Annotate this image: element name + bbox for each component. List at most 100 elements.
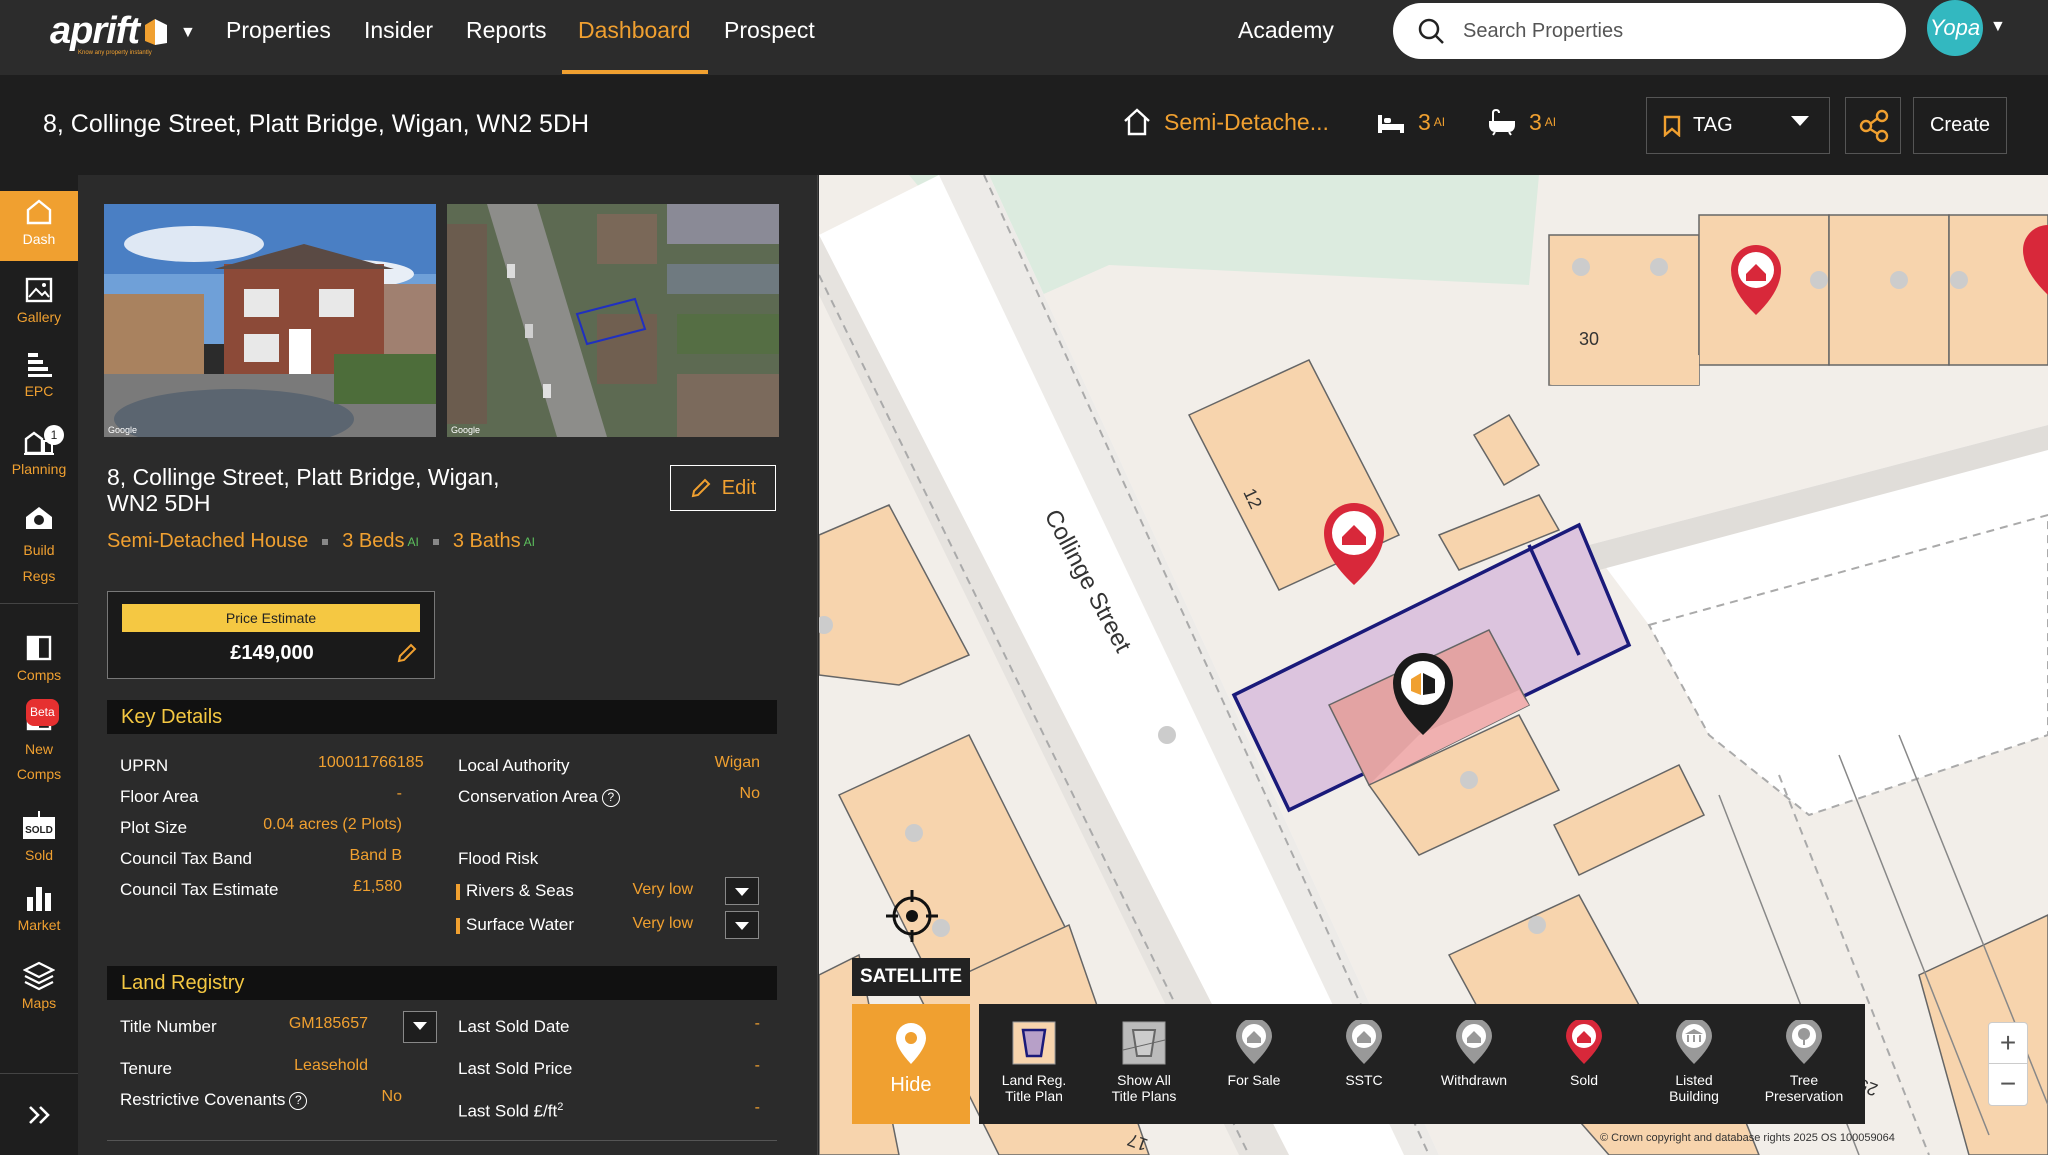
listed-building-icon	[1676, 1020, 1712, 1064]
sidebar-item-dash[interactable]: Dash	[0, 191, 78, 261]
share-icon	[1859, 109, 1889, 143]
satellite-toggle[interactable]: SATELLITE	[852, 958, 970, 996]
surface-water-dropdown[interactable]	[725, 911, 759, 939]
hide-layers-button[interactable]: Hide	[852, 1004, 970, 1124]
last-sold-per-sqft-value: -	[754, 1099, 760, 1116]
sstc-pin-icon	[1346, 1020, 1382, 1064]
avatar[interactable]: Yopa	[1927, 0, 1983, 56]
help-icon[interactable]: ?	[289, 1091, 308, 1110]
layer-show-all-title-plans[interactable]: Show All Title Plans	[1089, 1004, 1199, 1124]
nav-insider[interactable]: Insider	[364, 0, 433, 75]
build-regs-icon	[26, 507, 52, 529]
layer-for-sale[interactable]: For Sale	[1199, 1004, 1309, 1124]
aerial-photo[interactable]: Google	[447, 204, 779, 437]
sidebar-item-build-regs[interactable]: Build Regs	[0, 503, 78, 589]
tenure-label: Tenure	[120, 1059, 172, 1078]
last-sold-date-label: Last Sold Date	[458, 1017, 570, 1036]
tag-dropdown[interactable]: TAG	[1646, 97, 1830, 154]
council-tax-band-label: Council Tax Band	[120, 849, 252, 868]
restrictive-covenants-label: Restrictive Covenants?	[120, 1090, 308, 1110]
logo-tagline: Know any property instantly	[78, 50, 152, 56]
street-view-photo[interactable]: Google	[104, 204, 436, 437]
layer-sold[interactable]: Sold	[1529, 1004, 1639, 1124]
layer-land-reg-title-plan[interactable]: Land Reg. Title Plan	[979, 1004, 1089, 1124]
surface-water-label: Surface Water	[456, 915, 574, 935]
nav-properties[interactable]: Properties	[226, 0, 331, 75]
edit-button[interactable]: Edit	[670, 465, 776, 511]
nav-prospect[interactable]: Prospect	[724, 0, 815, 75]
rivers-seas-dropdown[interactable]	[725, 877, 759, 905]
sidebar-item-market[interactable]: Market	[0, 883, 78, 933]
help-icon[interactable]: ?	[601, 788, 620, 807]
planning-badge: 1	[44, 425, 64, 445]
share-button[interactable]	[1845, 97, 1901, 154]
uprn-label: UPRN	[120, 756, 169, 775]
sidebar-item-epc[interactable]: EPC	[0, 349, 78, 399]
price-edit-pencil-icon[interactable]	[396, 642, 418, 664]
floor-area-label: Floor Area	[120, 787, 199, 806]
locate-crosshair-icon[interactable]	[884, 888, 940, 944]
beds-count: 3	[1418, 108, 1431, 135]
land-reg-icon	[1012, 1021, 1056, 1065]
land-registry-heading: Land Registry	[107, 966, 777, 1000]
rivers-seas-value: Very low	[632, 881, 693, 898]
layer-listed-building[interactable]: Listed Building	[1639, 1004, 1749, 1124]
sold-pin-icon[interactable]	[1324, 503, 1384, 585]
withdrawn-pin-icon	[1456, 1020, 1492, 1064]
sidebar-item-gallery[interactable]: Gallery	[0, 275, 78, 325]
market-icon	[27, 887, 51, 911]
price-estimate-label: Price Estimate	[122, 604, 420, 632]
sidebar-item-label: Gallery	[16, 309, 62, 325]
property-panel: Google Google 8, Collinge Street, Platt …	[78, 175, 818, 1155]
property-type: Semi-Detached House	[107, 530, 309, 552]
flood-risk-label: Flood Risk	[458, 849, 539, 868]
logo-chevron-down-icon[interactable]: ▼	[180, 24, 196, 42]
tag-label: TAG	[1693, 114, 1733, 136]
sidebar-item-planning[interactable]: 1 Planning	[0, 425, 78, 477]
layer-withdrawn[interactable]: Withdrawn	[1419, 1004, 1529, 1124]
sidebar-item-new-comps[interactable]: Beta New Comps	[0, 699, 78, 787]
chevron-down-icon	[1791, 116, 1809, 126]
logo[interactable]: aprift Know any property instantly	[50, 6, 200, 56]
beds-text: 3 Beds	[342, 530, 405, 552]
conservation-area-value: No	[739, 785, 760, 802]
layer-tree-preservation[interactable]: Tree Preservation	[1749, 1004, 1859, 1124]
floor-area-value: -	[396, 785, 402, 802]
search-box[interactable]	[1393, 3, 1906, 59]
street-view-image	[104, 204, 436, 437]
pencil-icon	[691, 478, 711, 498]
bed-icon	[1378, 115, 1404, 133]
search-input[interactable]	[1463, 15, 1883, 47]
sidebar-item-label: New	[24, 741, 53, 757]
plot-size-value: 0.04 acres (2 Plots)	[263, 816, 402, 833]
nav-dashboard[interactable]: Dashboard	[578, 0, 691, 75]
baths-count: 3	[1529, 108, 1542, 135]
sidebar-item-label: Comps	[16, 667, 62, 683]
zoom-out-button[interactable]: −	[1989, 1064, 2027, 1105]
page-title: 8, Collinge Street, Platt Bridge, Wigan,…	[43, 110, 590, 138]
sidebar-item-sold[interactable]: SOLD Sold	[0, 809, 78, 863]
sidebar-item-label: Build	[23, 542, 55, 558]
hide-label: Hide	[890, 1074, 932, 1096]
local-authority-value: Wigan	[714, 754, 760, 771]
search-icon	[1418, 18, 1444, 44]
sidebar-item-comps[interactable]: Comps	[0, 633, 78, 683]
layer-sstc[interactable]: SSTC	[1309, 1004, 1419, 1124]
create-button[interactable]: Create	[1913, 97, 2007, 154]
price-estimate-value: £149,000	[230, 642, 314, 664]
avatar-chevron-down-icon[interactable]: ▼	[1990, 18, 2006, 36]
sidebar-expand-button[interactable]	[0, 1073, 78, 1155]
nav-reports[interactable]: Reports	[466, 0, 547, 75]
sidebar-item-label: EPC	[24, 383, 54, 399]
sold-icon: SOLD	[23, 811, 55, 839]
key-details-heading: Key Details	[107, 700, 777, 734]
sidebar-item-maps[interactable]: Maps	[0, 961, 78, 1011]
left-sidebar: Dash Gallery EPC 1 Planning Build Regs C…	[0, 175, 78, 1155]
price-estimate-box: Price Estimate £149,000	[107, 591, 435, 679]
edit-label: Edit	[721, 476, 757, 499]
house-number-label: 30	[1579, 329, 1599, 349]
property-type-text: Semi-Detache...	[1164, 108, 1329, 135]
nav-academy[interactable]: Academy	[1238, 0, 1334, 75]
title-number-dropdown[interactable]	[403, 1011, 437, 1043]
zoom-in-button[interactable]: +	[1989, 1023, 2027, 1064]
